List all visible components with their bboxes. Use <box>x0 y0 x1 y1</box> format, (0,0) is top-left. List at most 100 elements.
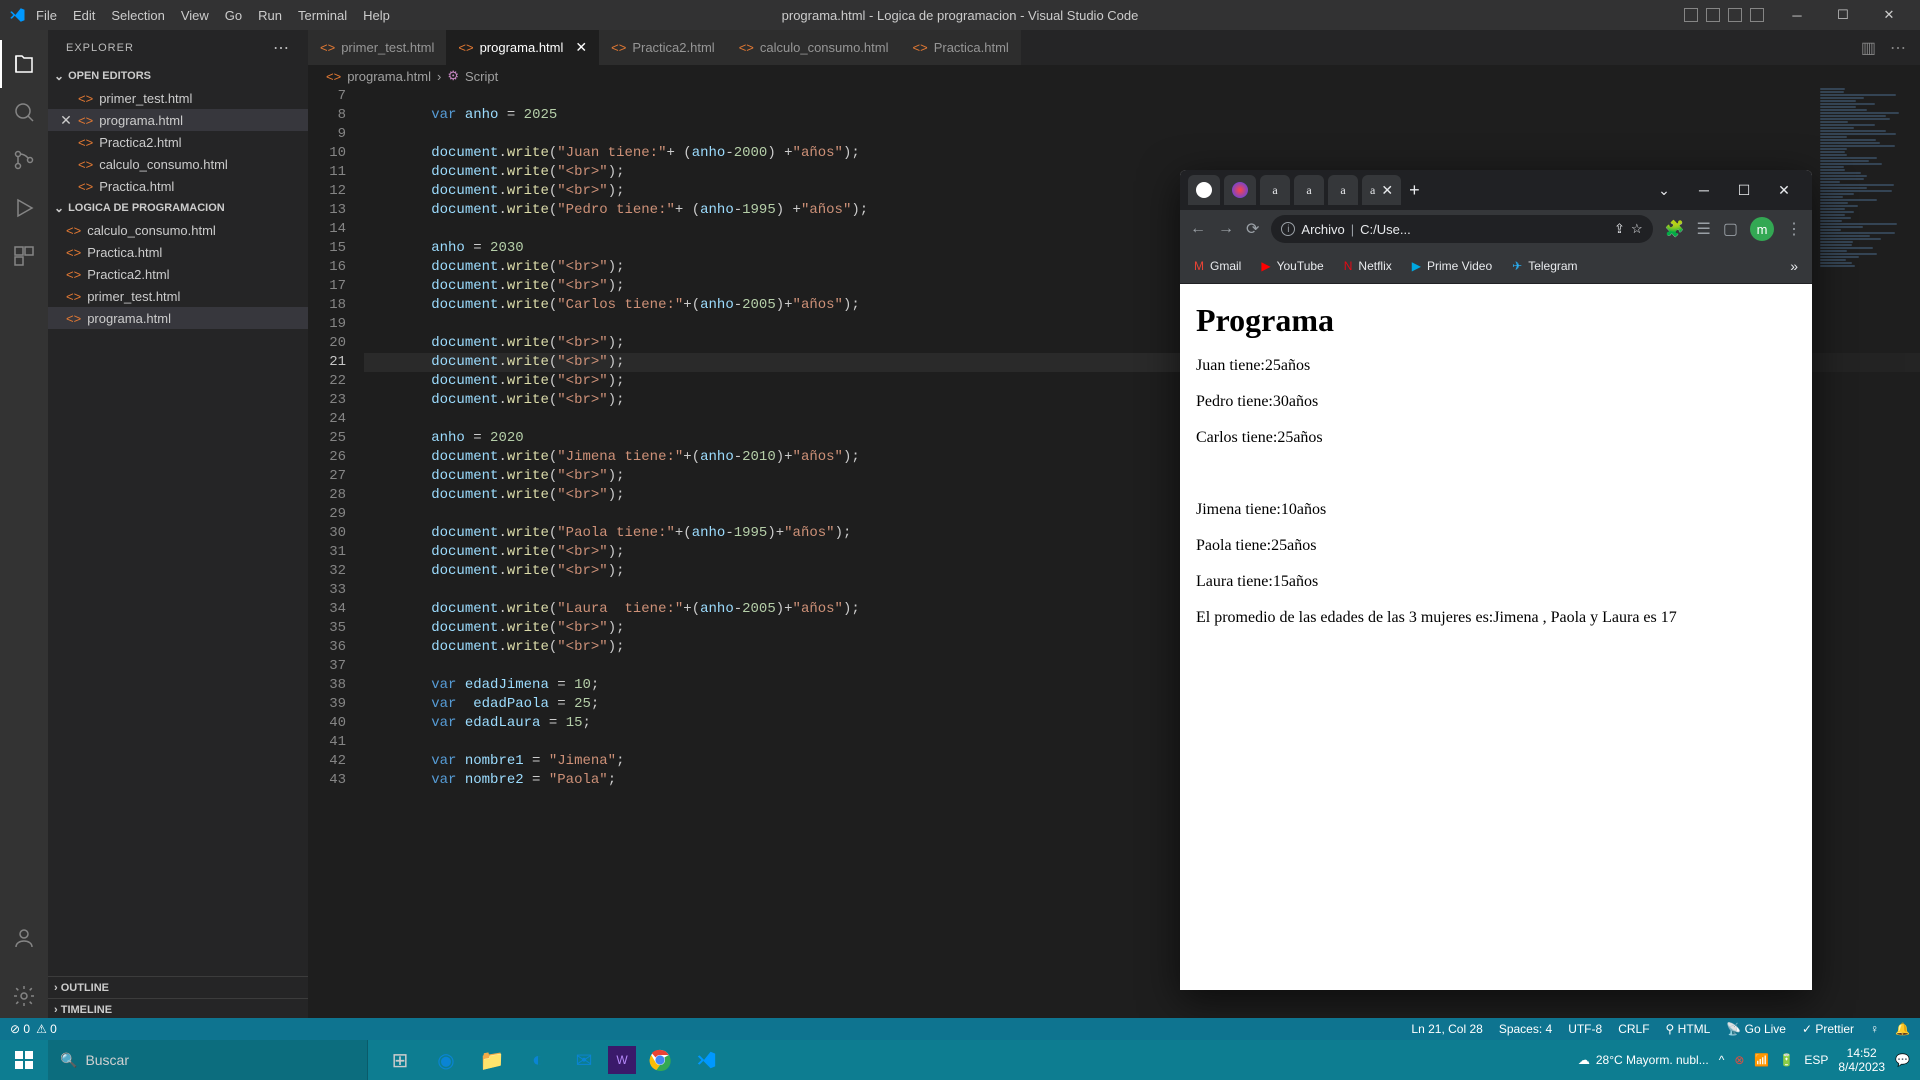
file-item[interactable]: <>primer_test.html <box>48 285 308 307</box>
bookmark[interactable]: ▶Prime Video <box>1412 259 1492 273</box>
bookmark[interactable]: ✈Telegram <box>1512 259 1577 273</box>
chrome-icon[interactable] <box>638 1040 682 1080</box>
close-button[interactable]: ✕ <box>1866 0 1912 30</box>
encoding[interactable]: UTF-8 <box>1568 1022 1602 1036</box>
editor-item[interactable]: ✕<>programa.html <box>48 109 308 131</box>
menu-edit[interactable]: Edit <box>73 8 95 23</box>
new-tab-icon[interactable]: + <box>1409 180 1420 201</box>
editor-item[interactable]: <>primer_test.html <box>48 87 308 109</box>
close-icon[interactable]: ✕ <box>58 112 74 129</box>
sidebar-more-icon[interactable]: ⋯ <box>273 38 290 58</box>
browser-tab[interactable]: a <box>1260 175 1290 205</box>
tab[interactable]: <>Practica2.html <box>599 30 727 65</box>
go-live[interactable]: 📡 Go Live <box>1726 1022 1786 1036</box>
weather[interactable]: ☁ 28°C Mayorm. nubl... <box>1578 1053 1709 1067</box>
browser-minimize-icon[interactable]: ─ <box>1684 182 1724 199</box>
browser-chevron-down-icon[interactable]: ⌄ <box>1644 182 1684 199</box>
language-indicator[interactable]: ESP <box>1804 1053 1828 1067</box>
eol[interactable]: CRLF <box>1618 1022 1649 1036</box>
tab[interactable]: <>primer_test.html <box>308 30 446 65</box>
back-icon[interactable]: ← <box>1190 220 1206 238</box>
outline-header[interactable]: › OUTLINE <box>48 976 308 998</box>
menu-run[interactable]: Run <box>258 8 282 23</box>
notifications-icon[interactable]: 💬 <box>1895 1053 1910 1067</box>
settings-gear-icon[interactable] <box>0 972 48 1020</box>
warnings-icon[interactable]: ⚠ 0 <box>36 1022 57 1036</box>
tray-onedrive-icon[interactable]: ⊗ <box>1734 1053 1744 1067</box>
app-icon[interactable]: W <box>608 1046 636 1074</box>
search-icon[interactable] <box>0 88 48 136</box>
side-panel-icon[interactable]: ▢ <box>1723 219 1738 239</box>
errors-icon[interactable]: ⊘ 0 <box>10 1022 30 1036</box>
language-mode[interactable]: ⚲ HTML <box>1666 1022 1711 1036</box>
reading-list-icon[interactable]: ☰ <box>1697 219 1711 239</box>
browser-tab[interactable]: a <box>1294 175 1324 205</box>
split-layout-icon[interactable]: ▥ <box>1861 38 1876 58</box>
menu-selection[interactable]: Selection <box>111 8 164 23</box>
tab[interactable]: <>Practica.html <box>901 30 1021 65</box>
folder-header[interactable]: ⌄LOGICA DE PROGRAMACION <box>48 197 308 219</box>
bell-icon[interactable]: 🔔 <box>1895 1022 1910 1036</box>
browser-tab-active[interactable]: a✕ <box>1362 175 1401 205</box>
close-tab-icon[interactable]: ✕ <box>1381 182 1393 199</box>
open-editors-header[interactable]: ⌄OPEN EDITORS <box>48 65 308 87</box>
debug-icon[interactable] <box>0 184 48 232</box>
source-control-icon[interactable] <box>0 136 48 184</box>
share-icon[interactable]: ⇪ <box>1614 221 1625 237</box>
start-button[interactable] <box>0 1051 48 1069</box>
mail-icon[interactable]: ✉ <box>562 1040 606 1080</box>
browser-tab[interactable] <box>1224 175 1256 205</box>
bookmarks-more-icon[interactable]: » <box>1790 258 1798 274</box>
browser-tab[interactable] <box>1188 175 1220 205</box>
file-item[interactable]: <>calculo_consumo.html <box>48 219 308 241</box>
task-view-icon[interactable]: ⊞ <box>378 1040 422 1080</box>
profile-avatar[interactable]: m <box>1750 217 1774 241</box>
menu-help[interactable]: Help <box>363 8 390 23</box>
explorer-icon[interactable] <box>0 40 48 88</box>
taskbar-search[interactable]: 🔍 Buscar <box>48 1040 368 1080</box>
maximize-button[interactable]: ☐ <box>1820 0 1866 30</box>
file-item[interactable]: <>Practica.html <box>48 241 308 263</box>
menu-view[interactable]: View <box>181 8 209 23</box>
file-item[interactable]: <>Practica2.html <box>48 263 308 285</box>
account-icon[interactable] <box>0 914 48 962</box>
forward-icon[interactable]: → <box>1218 220 1234 238</box>
indentation[interactable]: Spaces: 4 <box>1499 1022 1552 1036</box>
menu-go[interactable]: Go <box>225 8 242 23</box>
tray-wifi-icon[interactable]: 📶 <box>1754 1053 1769 1067</box>
browser-close-icon[interactable]: ✕ <box>1764 182 1804 199</box>
app-icon[interactable]: ◐ <box>516 1040 560 1080</box>
editor-item[interactable]: <>Practica2.html <box>48 131 308 153</box>
vscode-taskbar-icon[interactable] <box>684 1040 728 1080</box>
bookmark[interactable]: MGmail <box>1194 259 1241 273</box>
site-info-icon[interactable]: i <box>1281 222 1295 236</box>
menu-terminal[interactable]: Terminal <box>298 8 347 23</box>
bookmark[interactable]: NNetflix <box>1344 259 1392 273</box>
breadcrumb[interactable]: <> programa.html › ⚙ Script <box>308 65 1920 87</box>
tab-more-icon[interactable]: ⋯ <box>1890 38 1906 58</box>
prettier[interactable]: ✓ Prettier <box>1802 1022 1854 1036</box>
edge-icon[interactable]: ◉ <box>424 1040 468 1080</box>
extensions-icon[interactable] <box>0 232 48 280</box>
editor-item[interactable]: <>calculo_consumo.html <box>48 153 308 175</box>
file-item[interactable]: <>programa.html <box>48 307 308 329</box>
star-icon[interactable]: ☆ <box>1631 221 1643 237</box>
feedback-icon[interactable]: ♀ <box>1870 1022 1879 1036</box>
file-explorer-icon[interactable]: 📁 <box>470 1040 514 1080</box>
browser-maximize-icon[interactable]: ☐ <box>1724 182 1764 199</box>
clock[interactable]: 14:52 8/4/2023 <box>1838 1046 1885 1075</box>
tray-chevron-icon[interactable]: ^ <box>1719 1053 1725 1067</box>
browser-tab[interactable]: a <box>1328 175 1358 205</box>
menu-file[interactable]: File <box>36 8 57 23</box>
layout-controls[interactable] <box>1684 8 1764 22</box>
tab[interactable]: <>programa.html✕ <box>446 30 599 65</box>
close-icon[interactable]: ✕ <box>575 39 587 56</box>
kebab-icon[interactable]: ⋮ <box>1786 219 1802 239</box>
timeline-header[interactable]: › TIMELINE <box>48 998 308 1020</box>
extensions-puzzle-icon[interactable]: 🧩 <box>1665 219 1685 239</box>
editor-item[interactable]: <>Practica.html <box>48 175 308 197</box>
url-input[interactable]: i Archivo | C:/Use... ⇪ ☆ <box>1271 215 1652 243</box>
reload-icon[interactable]: ⟳ <box>1246 219 1259 239</box>
tray-battery-icon[interactable]: 🔋 <box>1779 1053 1794 1067</box>
cursor-position[interactable]: Ln 21, Col 28 <box>1411 1022 1482 1036</box>
